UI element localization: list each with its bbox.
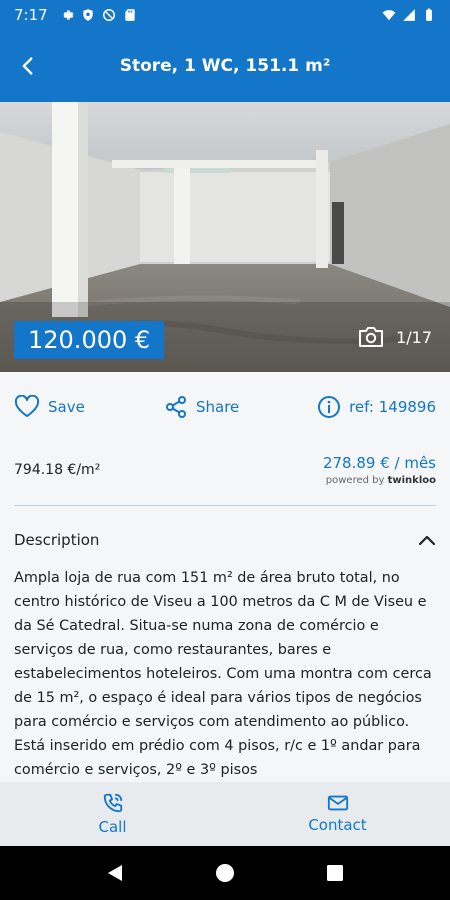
price-badge: 120.000 €: [14, 321, 165, 359]
price-per-m2: 794.18 €/m²: [14, 462, 101, 478]
status-notification-icons: [60, 8, 137, 22]
contact-button[interactable]: Contact: [225, 782, 450, 846]
reference-info-button[interactable]: ref: 149896: [317, 395, 436, 419]
back-arrow-icon: [22, 57, 33, 75]
shield-icon: [83, 9, 93, 21]
powered-by-prefix: powered by: [325, 475, 385, 486]
powered-by-brand: twinkloo: [387, 475, 436, 486]
settings-icon: [63, 10, 74, 20]
nav-back-icon[interactable]: [106, 863, 124, 883]
listing-actions: Save Share ref: 149896: [0, 372, 450, 442]
system-navigation-bar: [0, 846, 450, 900]
call-label: Call: [98, 818, 127, 836]
description-title: Description: [14, 531, 100, 549]
description-header[interactable]: Description: [14, 520, 436, 560]
status-time: 7:17: [14, 6, 48, 24]
status-system-icons: [382, 8, 436, 22]
app-bar: Store, 1 WC, 151.1 m²: [0, 30, 450, 102]
save-label: Save: [48, 398, 85, 416]
signal-icon: [403, 9, 415, 21]
sd-card-icon: [125, 9, 135, 21]
monthly-payment[interactable]: 278.89 € / mês powered by twinkloo: [323, 454, 436, 486]
battery-icon: [426, 8, 432, 21]
mail-icon: [327, 795, 348, 811]
powered-by: powered by twinkloo: [323, 475, 436, 486]
share-button[interactable]: Share: [164, 395, 314, 419]
monthly-payment-value: 278.89 € / mês: [322, 454, 436, 472]
photo-counter-text: 1/17: [396, 327, 432, 347]
nav-recents-icon[interactable]: [326, 864, 344, 882]
wifi-icon: [382, 10, 396, 21]
save-button[interactable]: Save: [14, 395, 164, 419]
bottom-action-bar: Call Contact: [0, 782, 450, 846]
contact-label: Contact: [308, 816, 367, 834]
status-bar: 7:17: [0, 0, 450, 30]
description-text: Ampla loja de rua com 151 m² de área bru…: [14, 570, 432, 778]
info-icon: [318, 396, 341, 418]
heart-icon: [14, 395, 40, 417]
back-button[interactable]: [0, 30, 56, 102]
phone-icon: [103, 793, 122, 813]
photo-counter: 1/17: [358, 326, 432, 348]
nav-home-icon[interactable]: [215, 863, 235, 883]
call-button[interactable]: Call: [0, 782, 225, 846]
listing-photo-gallery[interactable]: 120.000 € 1/17: [0, 102, 450, 372]
share-label: Share: [196, 398, 240, 416]
reference-label: ref: 149896: [349, 398, 436, 416]
camera-icon: [359, 327, 384, 347]
price-details: 794.18 €/m² 278.89 € / mês powered by tw…: [14, 442, 436, 506]
page-title: Store, 1 WC, 151.1 m²: [119, 56, 331, 76]
blocked-icon: [102, 9, 115, 21]
share-icon: [166, 396, 186, 418]
chevron-up-icon: [418, 535, 436, 546]
